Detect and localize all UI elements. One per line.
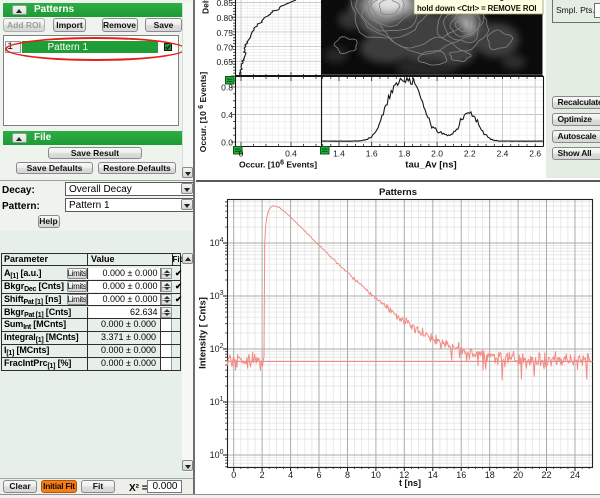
svg-text:2.4: 2.4 — [497, 149, 509, 159]
svg-text:103: 103 — [210, 290, 224, 301]
svg-text:2.0: 2.0 — [431, 149, 443, 159]
svg-text:Delta: Delta — [201, 0, 211, 14]
svg-text:22: 22 — [541, 470, 551, 480]
svg-text:102: 102 — [210, 343, 224, 354]
svg-text:1.8: 1.8 — [398, 149, 410, 159]
svg-text:tau_Av [ns]: tau_Av [ns] — [405, 160, 456, 171]
svg-text:104: 104 — [210, 237, 224, 248]
svg-text:20: 20 — [513, 470, 523, 480]
svg-text:10: 10 — [371, 470, 381, 480]
svg-text:0.4: 0.4 — [285, 149, 297, 159]
svg-text:2.2: 2.2 — [464, 149, 476, 159]
svg-text:100: 100 — [210, 449, 224, 460]
svg-text:hold down <Ctrl> = REMOVE ROI: hold down <Ctrl> = REMOVE ROI — [417, 4, 536, 13]
svg-text:18: 18 — [485, 470, 495, 480]
svg-text:14: 14 — [428, 470, 438, 480]
svg-text:2: 2 — [260, 470, 265, 480]
svg-text:1.4: 1.4 — [333, 149, 345, 159]
svg-text:t [ns]: t [ns] — [399, 478, 421, 488]
svg-text:0.4: 0.4 — [221, 110, 233, 120]
svg-text:Occur. [106 Events]: Occur. [106 Events] — [239, 160, 317, 170]
svg-text:Occur. [10 6 Events]: Occur. [10 6 Events] — [198, 72, 208, 153]
svg-text:0.70: 0.70 — [216, 43, 233, 53]
svg-text:hold down <Ctrl> + drag = ADD: hold down <Ctrl> + drag = ADD ROI — [417, 0, 545, 2]
svg-text:24: 24 — [570, 470, 580, 480]
svg-text:16: 16 — [456, 470, 466, 480]
svg-text:0.80: 0.80 — [216, 13, 233, 23]
svg-text:0.8: 0.8 — [221, 83, 233, 93]
svg-text:0: 0 — [231, 470, 236, 480]
svg-text:1.6: 1.6 — [366, 149, 378, 159]
svg-text:0.75: 0.75 — [216, 28, 233, 38]
svg-text:6: 6 — [316, 470, 321, 480]
svg-text:101: 101 — [210, 396, 224, 407]
svg-text:8: 8 — [345, 470, 350, 480]
svg-text:0.0: 0.0 — [221, 138, 233, 148]
svg-text:0.85: 0.85 — [216, 0, 233, 8]
svg-text:4: 4 — [288, 470, 293, 480]
svg-text:2.6: 2.6 — [529, 149, 541, 159]
svg-text:0: 0 — [239, 149, 244, 159]
svg-text:Patterns: Patterns — [379, 187, 417, 198]
svg-text:0.65: 0.65 — [216, 57, 233, 67]
svg-text:Intensity [ Cnts]: Intensity [ Cnts] — [198, 297, 209, 369]
